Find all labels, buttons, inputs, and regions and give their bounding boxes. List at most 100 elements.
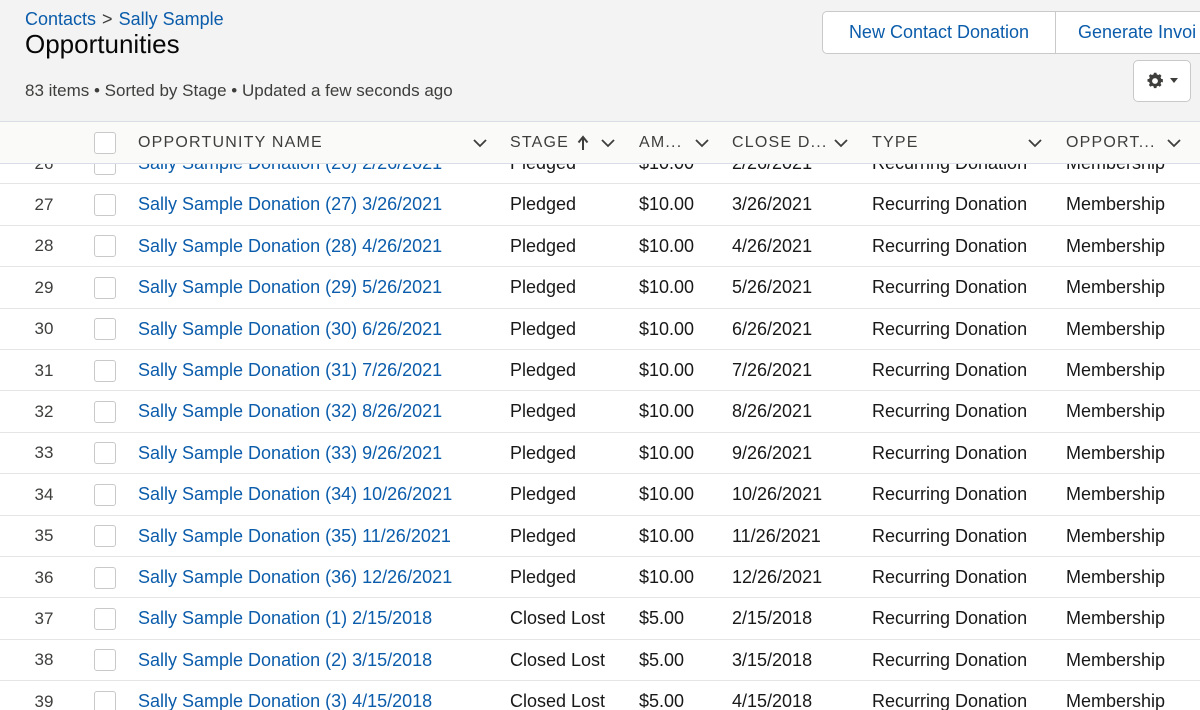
chevron-down-icon[interactable] bbox=[472, 135, 488, 151]
opportunity-name-link[interactable]: Sally Sample Donation (35) 11/26/2021 bbox=[138, 516, 451, 557]
type-cell: Recurring Donation bbox=[872, 401, 1028, 422]
opportunity-name-link[interactable]: Sally Sample Donation (3) 4/15/2018 bbox=[138, 681, 432, 710]
column-header-opportunity-name[interactable]: OPPORTUNITY NAME bbox=[138, 122, 498, 164]
opportunity-type-cell: Membership bbox=[1066, 649, 1166, 670]
select-all-cell bbox=[94, 122, 116, 164]
row-checkbox[interactable] bbox=[94, 276, 116, 299]
column-header-close-date[interactable]: CLOSE D... bbox=[732, 122, 852, 164]
row-checkbox[interactable] bbox=[94, 193, 116, 216]
opportunity-type-cell: Membership bbox=[1066, 525, 1166, 546]
chevron-down-icon[interactable] bbox=[1027, 135, 1043, 151]
column-header-opportunity-type[interactable]: OPPORT... bbox=[1066, 122, 1191, 164]
row-checkbox[interactable] bbox=[94, 400, 116, 423]
select-all-checkbox[interactable] bbox=[94, 132, 116, 154]
list-settings-button[interactable] bbox=[1133, 60, 1191, 102]
column-header-stage[interactable]: STAGE bbox=[510, 122, 620, 164]
chevron-down-icon[interactable] bbox=[1166, 135, 1182, 151]
row-number: 31 bbox=[34, 360, 54, 380]
opportunity-name-link[interactable]: Sally Sample Donation (31) 7/26/2021 bbox=[138, 350, 442, 391]
column-label: AM... bbox=[639, 134, 683, 151]
row-select-cell bbox=[94, 598, 116, 639]
amount-cell: $5.00 bbox=[639, 608, 685, 629]
row-select-cell bbox=[94, 267, 116, 308]
row-checkbox[interactable] bbox=[94, 566, 116, 589]
row-select-cell bbox=[94, 391, 116, 432]
close-date-cell: 9/26/2021 bbox=[732, 442, 813, 463]
close-date-cell: 8/26/2021 bbox=[732, 401, 813, 422]
stage-cell: Closed Lost bbox=[510, 608, 606, 629]
stage-cell: Pledged bbox=[510, 360, 577, 380]
opportunity-type-cell: Membership bbox=[1066, 277, 1166, 298]
opportunity-name-link[interactable]: Sally Sample Donation (2) 3/15/2018 bbox=[138, 640, 432, 681]
opportunity-name-link[interactable]: Sally Sample Donation (27) 3/26/2021 bbox=[138, 184, 442, 225]
row-checkbox[interactable] bbox=[94, 525, 116, 548]
chevron-down-icon[interactable] bbox=[694, 135, 710, 151]
table-row: 34 Sally Sample Donation (34) 10/26/2021… bbox=[0, 474, 1200, 516]
opportunity-name-link[interactable]: Sally Sample Donation (32) 8/26/2021 bbox=[138, 391, 442, 432]
table-row: 26 Sally Sample Donation (26) 2/26/2021 … bbox=[0, 164, 1200, 185]
type-cell: Recurring Donation bbox=[872, 649, 1028, 670]
opportunity-name-link[interactable]: Sally Sample Donation (1) 2/15/2018 bbox=[138, 598, 432, 639]
type-cell: Recurring Donation bbox=[872, 691, 1028, 710]
breadcrumb-contacts-link[interactable]: Contacts bbox=[25, 9, 96, 29]
opportunity-type-cell: Membership bbox=[1066, 318, 1166, 339]
close-date-cell: 12/26/2021 bbox=[732, 567, 823, 587]
row-number: 39 bbox=[34, 691, 54, 710]
chevron-down-icon[interactable] bbox=[833, 135, 849, 151]
chevron-down-icon[interactable] bbox=[600, 135, 616, 151]
stage-cell: Pledged bbox=[510, 235, 577, 256]
opportunity-type-cell: Membership bbox=[1066, 235, 1166, 256]
row-number: 29 bbox=[34, 277, 54, 297]
stage-cell: Pledged bbox=[510, 164, 576, 184]
opportunity-name-link[interactable]: Sally Sample Donation (33) 9/26/2021 bbox=[138, 433, 442, 474]
table-row: 36 Sally Sample Donation (36) 12/26/2021… bbox=[0, 557, 1200, 599]
type-cell: Recurring Donation bbox=[872, 525, 1028, 546]
row-checkbox[interactable] bbox=[94, 649, 116, 672]
row-checkbox[interactable] bbox=[94, 235, 116, 258]
row-number: 33 bbox=[34, 443, 54, 463]
type-cell: Recurring Donation bbox=[872, 277, 1028, 298]
opportunity-name-link[interactable]: Sally Sample Donation (28) 4/26/2021 bbox=[138, 226, 442, 267]
stage-cell: Closed Lost bbox=[510, 649, 606, 670]
row-checkbox[interactable] bbox=[94, 442, 116, 465]
row-checkbox[interactable] bbox=[94, 607, 116, 630]
table-row: 39 Sally Sample Donation (3) 4/15/2018 C… bbox=[0, 681, 1200, 710]
breadcrumb-record-link[interactable]: Sally Sample bbox=[119, 9, 224, 29]
row-select-cell bbox=[94, 681, 116, 710]
close-date-cell: 3/26/2021 bbox=[732, 194, 813, 215]
opportunity-name-link[interactable]: Sally Sample Donation (36) 12/26/2021 bbox=[138, 557, 452, 598]
table-row: 29 Sally Sample Donation (29) 5/26/2021 … bbox=[0, 267, 1200, 309]
generate-invoice-button[interactable]: Generate Invoi bbox=[1056, 11, 1200, 54]
row-checkbox[interactable] bbox=[94, 359, 116, 382]
type-cell: Recurring Donation bbox=[872, 567, 1028, 587]
page-header: Contacts > Sally Sample Opportunities 83 i… bbox=[0, 0, 1200, 122]
column-header-type[interactable]: TYPE bbox=[872, 122, 1047, 164]
opportunity-name-link[interactable]: Sally Sample Donation (29) 5/26/2021 bbox=[138, 267, 442, 308]
caret-down-icon bbox=[1170, 78, 1178, 83]
row-number: 34 bbox=[34, 484, 54, 504]
row-checkbox[interactable] bbox=[94, 483, 116, 506]
amount-cell: $10.00 bbox=[639, 318, 695, 339]
column-label: OPPORTUNITY NAME bbox=[138, 134, 323, 151]
row-select-cell bbox=[94, 350, 116, 391]
table-row: 28 Sally Sample Donation (28) 4/26/2021 … bbox=[0, 226, 1200, 268]
row-number: 36 bbox=[34, 567, 54, 587]
row-number: 28 bbox=[34, 236, 54, 256]
type-cell: Recurring Donation bbox=[872, 608, 1028, 629]
type-cell: Recurring Donation bbox=[872, 318, 1028, 339]
breadcrumb-separator: > bbox=[102, 9, 113, 29]
stage-cell: Pledged bbox=[510, 194, 577, 215]
opportunity-name-link[interactable]: Sally Sample Donation (34) 10/26/2021 bbox=[138, 474, 452, 515]
column-header-amount[interactable]: AM... bbox=[639, 122, 714, 164]
row-number: 38 bbox=[34, 650, 54, 670]
new-contact-donation-button[interactable]: New Contact Donation bbox=[822, 11, 1056, 54]
amount-cell: $10.00 bbox=[639, 164, 694, 184]
column-label: OPPORT... bbox=[1066, 134, 1156, 151]
amount-cell: $10.00 bbox=[639, 401, 695, 422]
opportunity-name-link[interactable]: Sally Sample Donation (30) 6/26/2021 bbox=[138, 309, 442, 350]
amount-cell: $10.00 bbox=[639, 442, 695, 463]
row-checkbox[interactable] bbox=[94, 690, 116, 710]
opportunity-name-link[interactable]: Sally Sample Donation (26) 2/26/2021 bbox=[138, 164, 442, 184]
row-checkbox[interactable] bbox=[94, 164, 116, 175]
row-checkbox[interactable] bbox=[94, 318, 116, 341]
